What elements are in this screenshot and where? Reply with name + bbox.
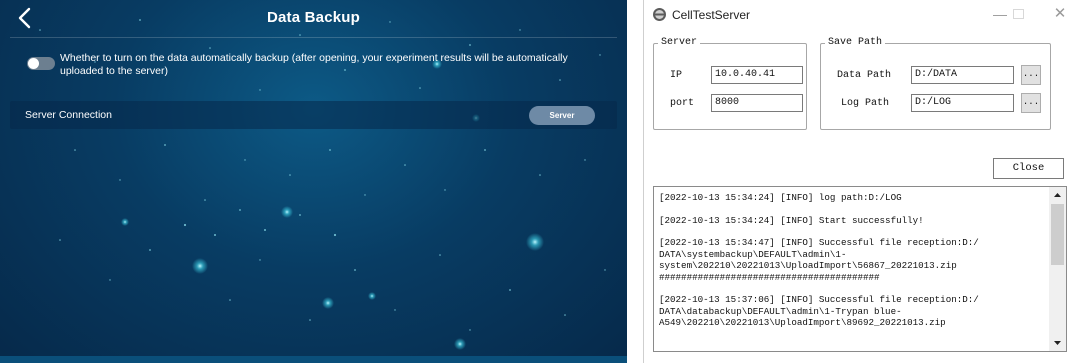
scroll-down-button[interactable] [1049, 335, 1066, 351]
log-scrollbar[interactable] [1049, 187, 1066, 351]
celltestserver-window: CellTestServer — ✕ Server IP 10.0.40.41 … [643, 0, 1075, 363]
scroll-up-button[interactable] [1049, 187, 1066, 203]
page-title: Data Backup [266, 9, 361, 26]
log-path-browse-button[interactable]: ... [1021, 93, 1041, 113]
toggle-knob [28, 58, 39, 69]
log-path-label: Log Path [841, 98, 890, 109]
server-button[interactable]: Server [529, 106, 595, 125]
app-header: Data Backup [0, 0, 627, 36]
log-entry: [2022-10-13 15:34:24] [INFO] Start succe… [659, 214, 924, 226]
triangle-up-icon [1054, 193, 1061, 197]
ip-field[interactable]: 10.0.40.41 [711, 66, 803, 84]
server-connection-row: Server Connection Server [10, 101, 617, 129]
log-content: [2022-10-13 15:34:24] [INFO] log path:D:… [659, 192, 1049, 340]
close-button[interactable]: Close [993, 158, 1064, 179]
save-path-group-legend: Save Path [825, 37, 886, 48]
log-entry: [2022-10-13 15:34:24] [INFO] log path:D:… [659, 192, 902, 203]
ip-label: IP [670, 70, 683, 81]
triangle-down-icon [1054, 341, 1061, 345]
data-path-browse-button[interactable]: ... [1021, 65, 1041, 85]
scroll-thumb[interactable] [1051, 204, 1064, 265]
log-path-field[interactable]: D:/LOG [911, 94, 1014, 112]
log-output[interactable]: [2022-10-13 15:34:24] [INFO] log path:D:… [653, 186, 1067, 352]
minimize-icon[interactable]: — [990, 4, 1010, 24]
bottom-bar [0, 356, 627, 363]
data-path-label: Data Path [837, 70, 892, 81]
server-groupbox: Server IP 10.0.40.41 port 8000 [653, 37, 807, 130]
log-entry: [2022-10-13 15:34:47] [INFO] Successful … [659, 237, 979, 283]
port-label: port [670, 98, 695, 109]
server-connection-label: Server Connection [25, 109, 112, 121]
save-path-groupbox: Save Path Data Path D:/DATA ... Log Path… [820, 37, 1051, 130]
port-field[interactable]: 8000 [711, 94, 803, 112]
data-backup-screen: Data Backup Whether to turn on the data … [0, 0, 627, 363]
log-entry: [2022-10-13 15:37:06] [INFO] Successful … [659, 294, 979, 328]
auto-backup-toggle[interactable] [27, 57, 55, 70]
close-icon[interactable]: ✕ [1050, 4, 1070, 24]
header-divider [10, 37, 617, 38]
server-app-icon [653, 8, 666, 21]
auto-backup-description: Whether to turn on the data automaticall… [60, 52, 568, 77]
window-titlebar[interactable]: CellTestServer — ✕ [644, 0, 1075, 30]
data-path-field[interactable]: D:/DATA [911, 66, 1014, 84]
window-title: CellTestServer [672, 8, 751, 22]
maximize-icon[interactable] [1013, 9, 1024, 19]
server-group-legend: Server [658, 37, 701, 48]
